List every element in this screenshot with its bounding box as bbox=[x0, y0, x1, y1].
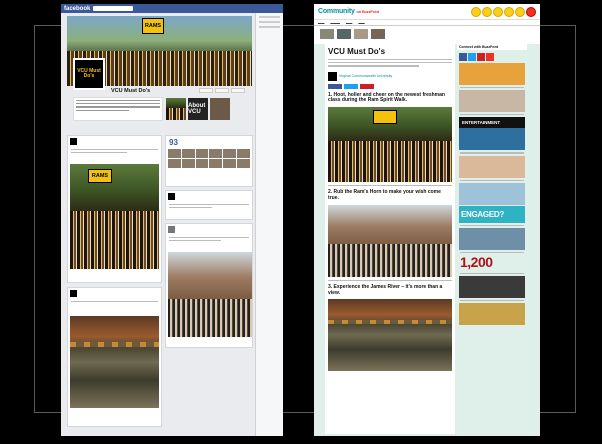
timeline-post: RAMS bbox=[67, 135, 162, 283]
nav-item[interactable]: ▬▬▬ bbox=[330, 21, 340, 25]
entertainment-banner[interactable]: ENTERTAINMENT bbox=[459, 117, 525, 129]
liker-avatars bbox=[166, 149, 252, 168]
about-tile[interactable]: About VCU bbox=[188, 98, 208, 120]
rail-thumb[interactable] bbox=[459, 90, 525, 113]
rail-thumb[interactable] bbox=[459, 128, 525, 151]
list-item-photo bbox=[328, 107, 452, 183]
rams-sign bbox=[373, 110, 397, 125]
twitter-share-icon[interactable] bbox=[344, 83, 358, 89]
likes-box: 93 bbox=[165, 135, 253, 187]
page-app-tiles: About VCU bbox=[166, 98, 230, 121]
twitter-icon[interactable] bbox=[468, 53, 476, 61]
buzzfeed-logo[interactable]: Community on BuzzFeed bbox=[318, 8, 379, 15]
timeline-post bbox=[67, 287, 162, 427]
facebook-search-input[interactable] bbox=[93, 6, 134, 11]
article: VCU Must Do's Virginia Commonwealth Univ… bbox=[325, 44, 455, 434]
engaged-banner[interactable]: ENGAGED? bbox=[459, 205, 525, 223]
facebook-top-bar: facebook bbox=[61, 4, 283, 13]
rail-thumb[interactable] bbox=[459, 275, 525, 298]
trending-strip bbox=[314, 26, 540, 44]
activity-card bbox=[165, 190, 253, 220]
buzzfeed-header: Community on BuzzFeed bbox=[314, 4, 540, 20]
facebook-page-screenshot: facebook RAMS VCU Must Do's VCU Must Do'… bbox=[61, 4, 283, 436]
big-number-banner[interactable]: 1,200 bbox=[457, 254, 527, 270]
right-rail: Connect with BuzzFeed ENTERTAINMENT ENGA… bbox=[457, 44, 527, 434]
page-title: VCU Must Do's bbox=[111, 88, 151, 94]
logo-badge: on BuzzFeed bbox=[356, 9, 379, 14]
post-photo[interactable] bbox=[70, 316, 159, 408]
pinterest-icon[interactable] bbox=[477, 53, 485, 61]
author-name[interactable]: Virginia Commonwealth University bbox=[339, 74, 392, 78]
rams-sign: RAMS bbox=[142, 18, 164, 34]
list-item-heading: 2. Rub the Ram's Horn to make your wish … bbox=[328, 189, 441, 201]
facebook-icon[interactable] bbox=[459, 53, 467, 61]
profile-picture[interactable]: VCU Must Do's bbox=[73, 58, 105, 90]
facebook-logo[interactable]: facebook bbox=[64, 6, 90, 12]
lol-badge-icon[interactable] bbox=[471, 6, 481, 17]
article-title: VCU Must Do's bbox=[328, 47, 386, 56]
rail-thumb[interactable] bbox=[459, 302, 525, 325]
rail-thumb[interactable] bbox=[459, 155, 525, 178]
rss-icon[interactable] bbox=[486, 53, 494, 61]
post-avatar[interactable] bbox=[168, 193, 175, 200]
cute-badge-icon[interactable] bbox=[504, 6, 514, 17]
trending-thumb[interactable] bbox=[337, 29, 351, 39]
likes-count: 93 bbox=[169, 138, 178, 147]
list-item-heading: 3. Experience the James River – it's mor… bbox=[328, 283, 443, 296]
post-avatar[interactable] bbox=[70, 138, 77, 145]
message-button[interactable] bbox=[215, 88, 229, 93]
rail-thumb[interactable] bbox=[459, 182, 525, 205]
facebook-share-icon[interactable] bbox=[328, 83, 342, 89]
screenshot-stage: facebook RAMS VCU Must Do's VCU Must Do'… bbox=[0, 0, 602, 444]
photos-tile[interactable] bbox=[166, 98, 186, 121]
omg-badge-icon[interactable] bbox=[493, 6, 503, 17]
trending-thumb[interactable] bbox=[354, 29, 368, 39]
about-section bbox=[73, 97, 163, 121]
article-author: Virginia Commonwealth University bbox=[325, 69, 455, 84]
timeline-post bbox=[165, 223, 253, 348]
trending-thumb[interactable] bbox=[371, 29, 385, 39]
pinterest-share-icon[interactable] bbox=[360, 83, 374, 89]
likes-tile[interactable] bbox=[210, 98, 230, 120]
list-item-photo bbox=[328, 204, 452, 277]
facebook-right-sidebar bbox=[255, 13, 283, 436]
logo-text: Community bbox=[318, 8, 355, 15]
list-item-heading: 1. Hoot, holler and cheer on the newest … bbox=[328, 91, 445, 104]
rams-sign: RAMS bbox=[88, 169, 112, 183]
post-photo[interactable]: RAMS bbox=[70, 164, 159, 269]
social-icons bbox=[457, 51, 527, 63]
page-action-buttons bbox=[199, 88, 245, 93]
rail-thumb[interactable] bbox=[459, 63, 525, 85]
trending-thumb[interactable] bbox=[320, 29, 334, 39]
list-item-photo bbox=[328, 299, 452, 372]
buzzfeed-page-screenshot: Community on BuzzFeed ▬▬ ▬▬▬ ▬▬ ▬▬ VCU M… bbox=[314, 4, 540, 436]
badge-row bbox=[471, 6, 536, 17]
trashy-badge-icon[interactable] bbox=[515, 6, 525, 17]
post-photo[interactable] bbox=[168, 252, 252, 337]
like-button[interactable] bbox=[199, 88, 213, 93]
settings-button[interactable] bbox=[231, 88, 245, 93]
nav-item[interactable]: ▬▬ bbox=[358, 21, 364, 25]
author-avatar[interactable] bbox=[328, 71, 337, 81]
rail-thumb[interactable] bbox=[459, 227, 525, 250]
post-avatar[interactable] bbox=[168, 226, 175, 233]
win-badge-icon[interactable] bbox=[482, 6, 492, 17]
share-buttons bbox=[325, 83, 455, 91]
post-avatar[interactable] bbox=[70, 290, 77, 297]
nav-item[interactable]: ▬▬ bbox=[346, 21, 352, 25]
fail-badge-icon[interactable] bbox=[526, 6, 536, 17]
connect-heading: Connect with BuzzFeed bbox=[457, 44, 527, 50]
nav-item[interactable]: ▬▬ bbox=[318, 21, 324, 25]
